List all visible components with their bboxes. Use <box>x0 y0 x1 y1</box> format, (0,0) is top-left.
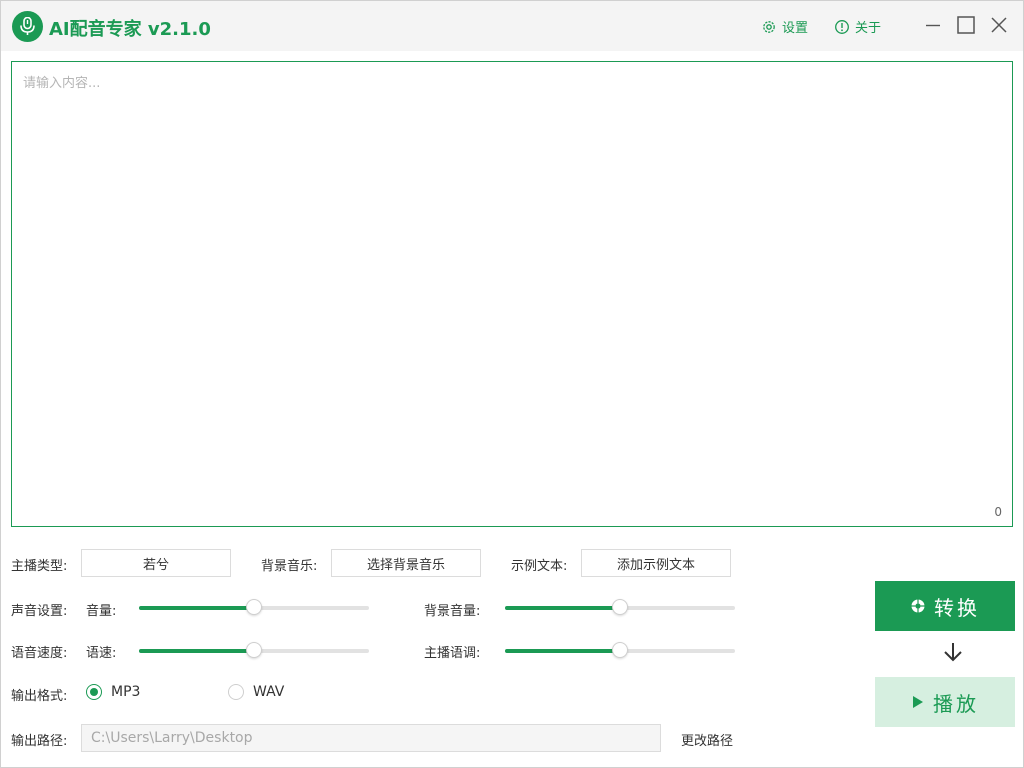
play-label: 播放 <box>933 691 979 716</box>
pitch-label: 主播语调: <box>424 646 481 661</box>
format-label-mp3: MP3 <box>111 684 141 700</box>
select-bg-music-button[interactable]: 选择背景音乐 <box>331 549 481 577</box>
slider-fill <box>139 606 254 610</box>
pitch-slider[interactable] <box>505 641 735 661</box>
format-radio-wav[interactable]: WAV <box>228 684 284 700</box>
char-count: 0 <box>994 505 1002 519</box>
maximize-icon <box>957 16 975 34</box>
bg-music-label: 背景音乐: <box>261 559 318 574</box>
text-editor: 0 <box>11 61 1013 527</box>
volume-label: 音量: <box>86 604 117 619</box>
slider-fill <box>139 649 254 653</box>
anchor-type-label: 主播类型: <box>11 559 68 574</box>
change-path-button[interactable]: 更改路径 <box>681 730 733 749</box>
microphone-logo-icon <box>12 11 43 42</box>
app-window: AI配音专家 v2.1.0 设置 关于 0 <box>0 0 1024 768</box>
bg-volume-slider[interactable] <box>505 598 735 618</box>
close-icon <box>991 17 1007 33</box>
minimize-icon <box>926 24 940 27</box>
about-label: 关于 <box>855 21 882 36</box>
close-button[interactable] <box>989 15 1009 35</box>
gear-icon <box>763 20 775 33</box>
settings-button[interactable]: 设置 <box>761 17 808 36</box>
bg-volume-label: 背景音量: <box>424 604 481 619</box>
add-sample-text-button[interactable]: 添加示例文本 <box>581 549 731 577</box>
slider-thumb[interactable] <box>246 642 262 658</box>
format-label-wav: WAV <box>253 684 285 700</box>
content-textarea[interactable] <box>12 62 1012 526</box>
output-path-input[interactable] <box>81 724 661 752</box>
slider-thumb[interactable] <box>246 599 262 615</box>
about-button[interactable]: 关于 <box>834 17 881 36</box>
maximize-button[interactable] <box>956 15 976 35</box>
output-format-label: 输出格式: <box>11 689 68 704</box>
format-radio-mp3[interactable]: MP3 <box>86 684 140 700</box>
arrow-down-icon <box>944 643 962 662</box>
convert-label: 转换 <box>934 595 980 620</box>
slider-thumb[interactable] <box>612 599 628 615</box>
slider-fill <box>505 649 620 653</box>
settings-label: 设置 <box>782 21 809 36</box>
output-path-label: 输出路径: <box>11 734 68 749</box>
radio-dot <box>86 684 102 700</box>
info-icon <box>835 19 849 34</box>
slider-thumb[interactable] <box>612 642 628 658</box>
play-icon <box>913 696 923 708</box>
play-button[interactable]: 播放 <box>875 677 1015 727</box>
minimize-button[interactable] <box>923 15 943 35</box>
app-title: AI配音专家 v2.1.0 <box>49 19 211 40</box>
convert-button[interactable]: 转换 <box>875 581 1015 631</box>
voice-settings-label: 声音设置: <box>11 604 68 619</box>
aperture-icon <box>911 599 925 613</box>
radio-dot <box>228 684 244 700</box>
title-bar[interactable]: AI配音专家 v2.1.0 设置 关于 <box>1 1 1023 51</box>
speed-label: 语速: <box>86 646 117 661</box>
volume-slider[interactable] <box>139 598 369 618</box>
speech-speed-label: 语音速度: <box>11 646 68 661</box>
slider-fill <box>505 606 620 610</box>
sample-text-label: 示例文本: <box>511 559 568 574</box>
speed-slider[interactable] <box>139 641 369 661</box>
anchor-type-select[interactable]: 若兮 <box>81 549 231 577</box>
